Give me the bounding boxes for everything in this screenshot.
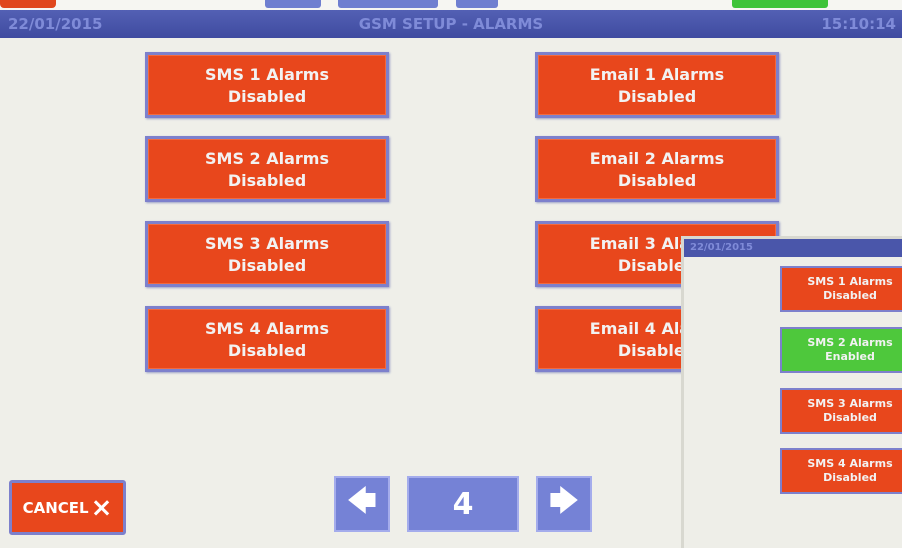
arrow-right-icon: 🡆 xyxy=(549,484,579,517)
cancel-label: CANCEL xyxy=(22,498,89,517)
email-2-label: Email 2 Alarms xyxy=(589,149,725,168)
sms-1-alarms-button[interactable]: SMS 1 Alarms Disabled xyxy=(145,52,389,118)
sms-2-status: Disabled xyxy=(227,171,307,190)
sms-4-status: Disabled xyxy=(227,341,307,360)
inset-sms-1-status: Disabled xyxy=(823,289,877,302)
top-blue-tab-3 xyxy=(456,0,498,8)
sms-3-alarms-button[interactable]: SMS 3 Alarms Disabled xyxy=(145,221,389,287)
sms-4-label: SMS 4 Alarms xyxy=(205,319,329,338)
email-1-alarms-button[interactable]: Email 1 Alarms Disabled xyxy=(535,52,779,118)
inset-sms-2-label: SMS 2 Alarms xyxy=(807,336,893,349)
email-1-status: Disabled xyxy=(617,87,697,106)
page-number-display: 4 xyxy=(407,476,519,532)
page-title: GSM SETUP - ALARMS xyxy=(358,15,544,33)
email-1-label: Email 1 Alarms xyxy=(589,65,725,84)
top-blue-tab-2 xyxy=(338,0,438,8)
top-bezel-strip xyxy=(0,0,902,10)
top-red-tab xyxy=(0,0,56,8)
cancel-button[interactable]: CANCEL × xyxy=(9,480,126,535)
page-number: 4 xyxy=(452,486,474,522)
inset-title-bar: 22/01/2015 xyxy=(684,239,902,257)
title-bar: 22/01/2015 GSM SETUP - ALARMS 15:10:14 xyxy=(0,10,902,38)
sms-3-status: Disabled xyxy=(227,256,307,275)
sms-4-alarms-button[interactable]: SMS 4 Alarms Disabled xyxy=(145,306,389,372)
close-icon: × xyxy=(90,492,113,523)
email-2-status: Disabled xyxy=(617,171,697,190)
inset-date: 22/01/2015 xyxy=(690,242,753,253)
sms-3-label: SMS 3 Alarms xyxy=(205,234,329,253)
inset-sms-1-label: SMS 1 Alarms xyxy=(807,275,893,288)
header-time: 15:10:14 xyxy=(821,15,896,33)
inset-sms-4-button[interactable]: SMS 4 Alarms Disabled xyxy=(780,448,902,494)
inset-sms-2-status: Enabled xyxy=(825,350,875,363)
sms-2-label: SMS 2 Alarms xyxy=(205,149,329,168)
inset-sms-1-button[interactable]: SMS 1 Alarms Disabled xyxy=(780,266,902,312)
sms-1-label: SMS 1 Alarms xyxy=(205,65,329,84)
top-blue-tab-1 xyxy=(265,0,321,8)
inset-sms-4-label: SMS 4 Alarms xyxy=(807,457,893,470)
top-green-tab xyxy=(732,0,828,8)
next-page-button[interactable]: 🡆 xyxy=(536,476,592,532)
arrow-left-icon: 🡄 xyxy=(347,484,377,517)
inset-sms-3-label: SMS 3 Alarms xyxy=(807,397,893,410)
inset-sms-3-status: Disabled xyxy=(823,411,877,424)
inset-screen: 22/01/2015 SMS 1 Alarms Disabled SMS 2 A… xyxy=(681,236,902,548)
inset-sms-2-button[interactable]: SMS 2 Alarms Enabled xyxy=(780,327,902,373)
email-2-alarms-button[interactable]: Email 2 Alarms Disabled xyxy=(535,136,779,202)
inset-sms-4-status: Disabled xyxy=(823,471,877,484)
inset-sms-3-button[interactable]: SMS 3 Alarms Disabled xyxy=(780,388,902,434)
hmi-screen: 22/01/2015 GSM SETUP - ALARMS 15:10:14 S… xyxy=(0,0,902,548)
sms-1-status: Disabled xyxy=(227,87,307,106)
sms-2-alarms-button[interactable]: SMS 2 Alarms Disabled xyxy=(145,136,389,202)
previous-page-button[interactable]: 🡄 xyxy=(334,476,390,532)
